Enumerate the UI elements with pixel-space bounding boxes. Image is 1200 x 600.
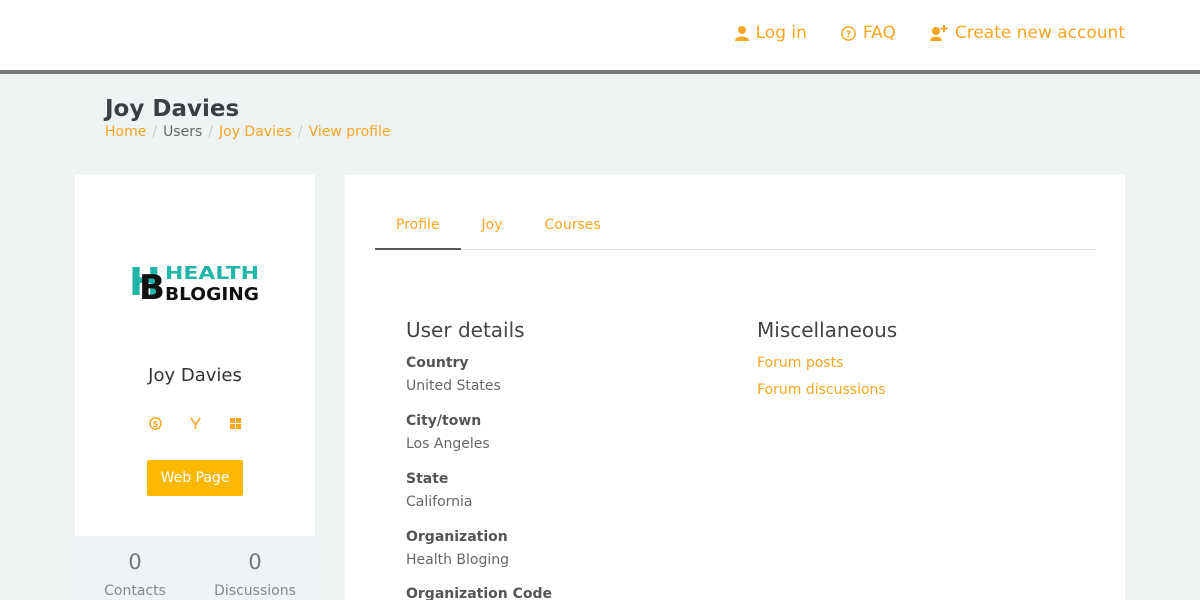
logo-text-bottom: BLOGING	[165, 284, 259, 303]
page-title: Joy Davies	[105, 96, 240, 122]
field-organization-value: Health Bloging	[406, 552, 510, 568]
breadcrumb-separator: /	[297, 124, 303, 140]
user-details-title: User details	[406, 318, 525, 342]
user-plus-icon	[929, 25, 948, 41]
field-country-label: Country	[406, 355, 469, 371]
field-organization: Organization Health Bloging	[406, 529, 509, 568]
profile-main-card: Profile Joy Courses User details Country…	[345, 175, 1125, 600]
stat-contacts-label: Contacts	[104, 583, 166, 599]
profile-card: H B HEALTH BLOGING Joy Davies S Web Page…	[75, 175, 315, 600]
tab-joy[interactable]: Joy	[461, 205, 524, 250]
field-city-label: City/town	[406, 413, 482, 429]
logo-text-top: HEALTH	[165, 263, 259, 284]
topbar-divider	[0, 70, 1200, 74]
svg-text:?: ?	[846, 29, 851, 40]
login-label: Log in	[755, 23, 807, 43]
web-page-button[interactable]: Web Page	[147, 460, 243, 496]
breadcrumb-separator: /	[208, 124, 213, 140]
social-links: S	[147, 415, 243, 431]
miscellaneous-title: Miscellaneous	[757, 318, 898, 342]
profile-name: Joy Davies	[148, 365, 242, 386]
field-state: State California	[406, 471, 472, 510]
field-organization-code-label: Organization Code	[406, 586, 552, 600]
create-account-label: Create new account	[954, 23, 1125, 43]
stat-discussions-label: Discussions	[214, 583, 296, 599]
user-icon	[734, 26, 749, 41]
forum-posts-link[interactable]: Forum posts	[757, 355, 843, 371]
faq-link[interactable]: ? FAQ	[841, 23, 896, 43]
tab-profile[interactable]: Profile	[375, 205, 461, 250]
breadcrumb: Home / Users / Joy Davies / View profile	[105, 124, 391, 140]
top-nav: Log in ? FAQ Create new account	[734, 23, 1125, 43]
field-city-value: Los Angeles	[406, 436, 490, 452]
stat-contacts-value: 0	[128, 550, 142, 574]
field-country: Country United States	[406, 355, 501, 394]
profile-stats: 0 Contacts 0 Discussions	[75, 536, 315, 600]
field-organization-code: Organization Code	[406, 586, 552, 600]
login-link[interactable]: Log in	[734, 23, 807, 43]
field-country-value: United States	[406, 378, 501, 394]
field-state-label: State	[406, 471, 449, 487]
breadcrumb-user[interactable]: Joy Davies	[219, 124, 292, 140]
field-state-value: California	[406, 494, 473, 510]
faq-label: FAQ	[862, 23, 896, 43]
profile-tabs: Profile Joy Courses	[375, 205, 1096, 250]
stat-discussions-value: 0	[248, 550, 262, 574]
health-bloging-logo: H B HEALTH BLOGING	[129, 260, 259, 303]
breadcrumb-home[interactable]: Home	[105, 124, 146, 140]
forum-discussions-link[interactable]: Forum discussions	[757, 382, 886, 398]
create-account-link[interactable]: Create new account	[929, 23, 1125, 43]
field-organization-label: Organization	[406, 529, 508, 545]
field-city: City/town Los Angeles	[406, 413, 490, 452]
top-navbar: Log in ? FAQ Create new account	[0, 0, 1200, 70]
tab-courses[interactable]: Courses	[524, 205, 622, 250]
stat-contacts[interactable]: 0 Contacts	[75, 536, 195, 600]
breadcrumb-users: Users	[163, 124, 203, 140]
yahoo-icon[interactable]	[187, 415, 203, 431]
svg-text:S: S	[152, 418, 158, 428]
logo-letter-b: B	[139, 268, 165, 303]
breadcrumb-separator: /	[152, 124, 158, 140]
skype-icon[interactable]: S	[147, 415, 163, 431]
question-circle-icon: ?	[841, 25, 856, 41]
windows-icon[interactable]	[227, 415, 243, 431]
breadcrumb-view-profile[interactable]: View profile	[309, 124, 391, 140]
stat-discussions[interactable]: 0 Discussions	[195, 536, 315, 600]
